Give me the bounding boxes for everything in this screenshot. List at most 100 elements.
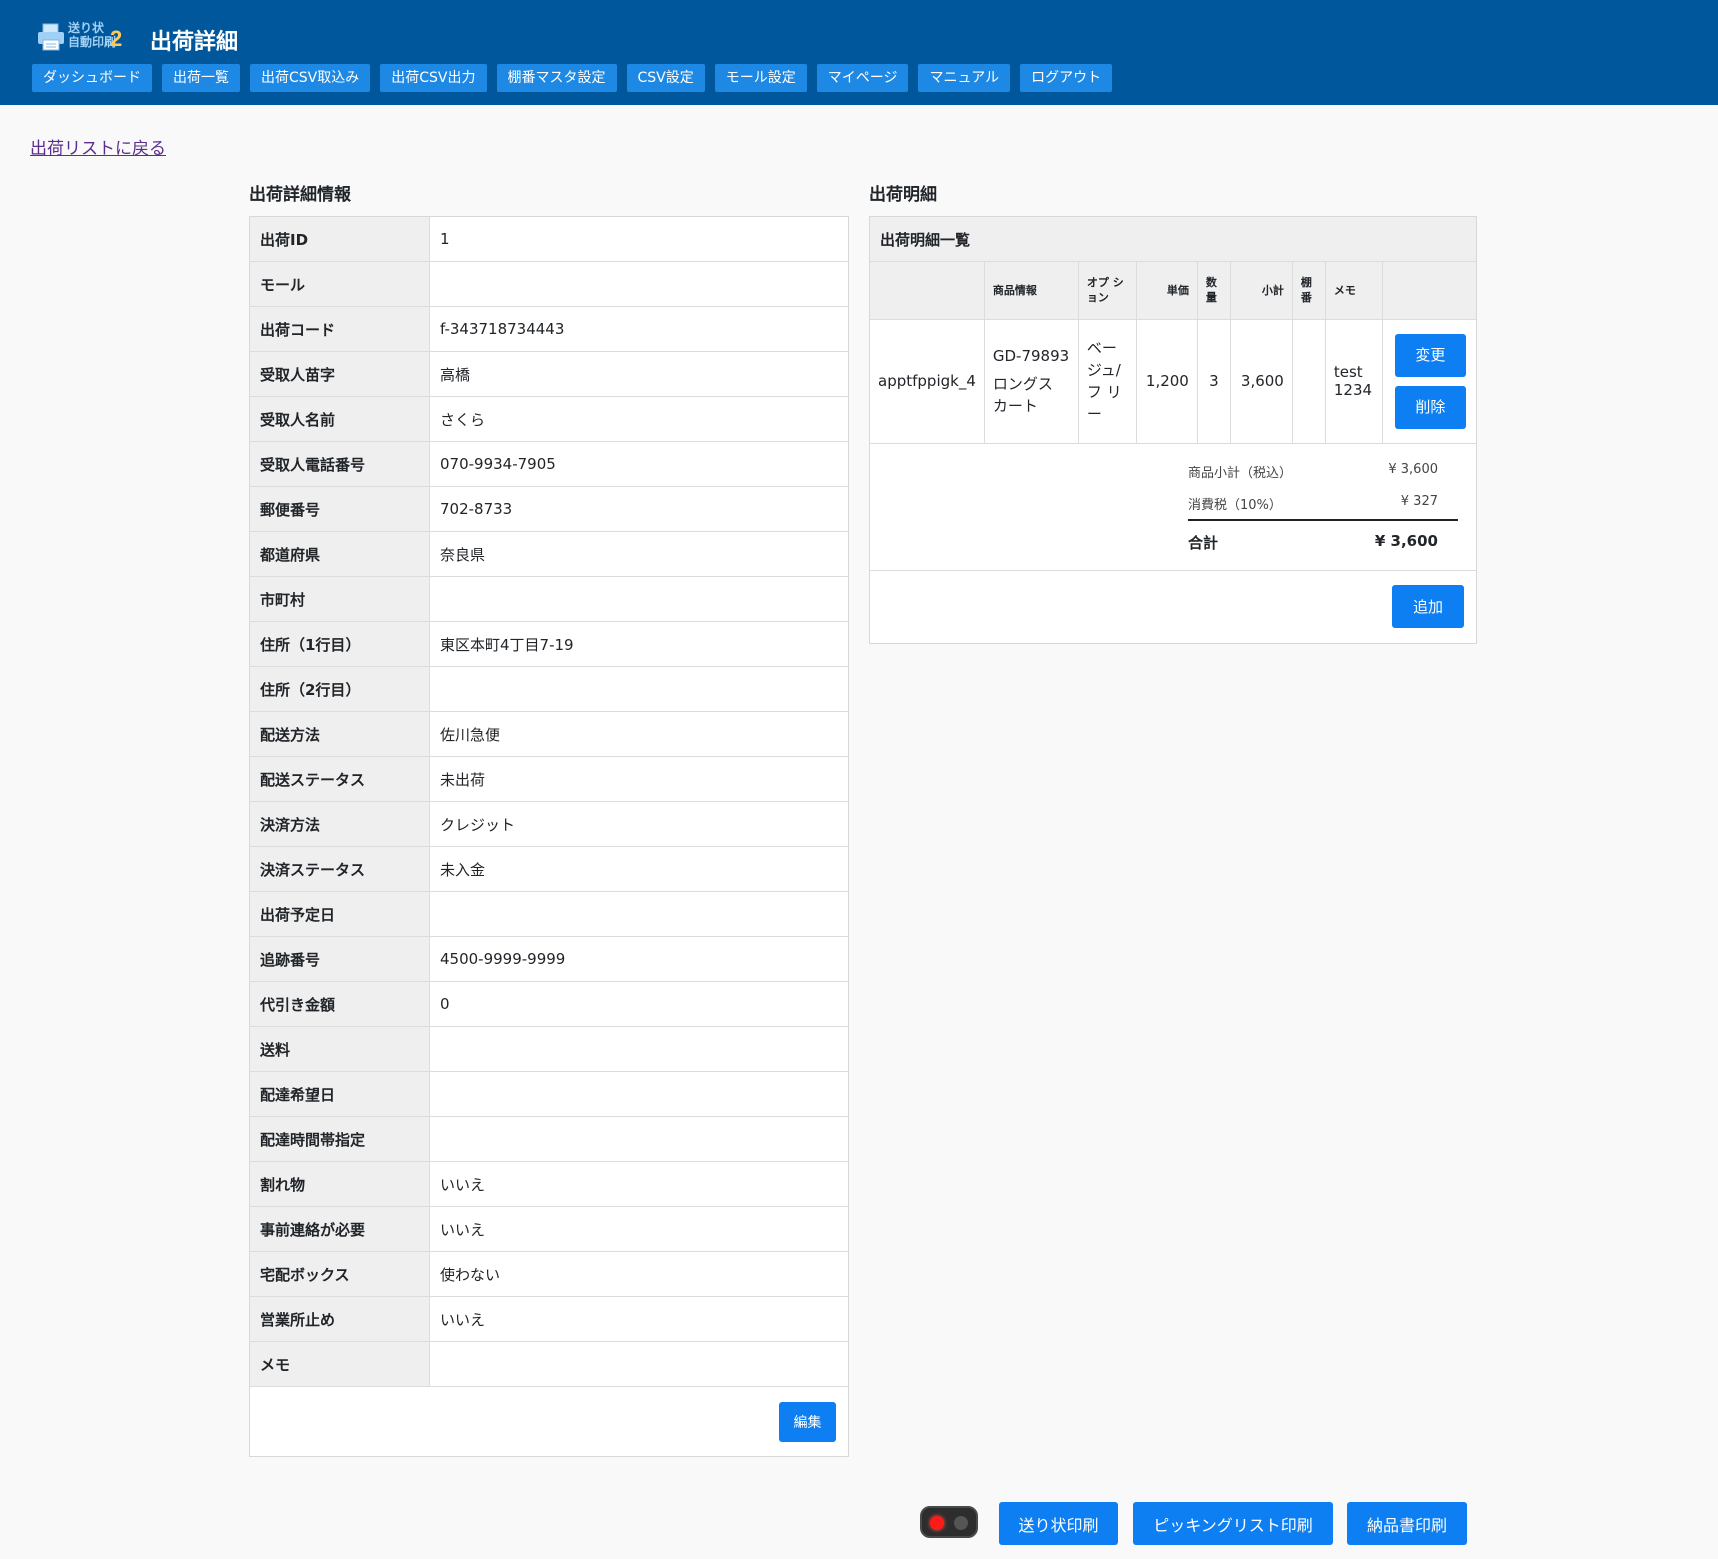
logo-text-line2: 自動印刷 — [68, 35, 117, 49]
led-off-icon — [954, 1516, 968, 1530]
col-shelf: 棚 番 — [1292, 262, 1326, 320]
detail-value: f-343718734443 — [440, 320, 565, 338]
detail-label: 営業所止め — [250, 1297, 430, 1341]
detail-value: 使わない — [440, 1265, 501, 1284]
detail-label: 配達時間帯指定 — [250, 1117, 430, 1161]
tax-line: 消費税（10%） ¥ 327 — [1188, 494, 1458, 513]
nav-shipment-list[interactable]: 出荷一覧 — [162, 64, 240, 92]
detail-value: さくら — [440, 410, 486, 429]
detail-row-advance-contact: 事前連絡が必要 いいえ — [250, 1207, 848, 1252]
add-item-button[interactable]: 追加 — [1392, 584, 1464, 628]
items-panel: 出荷明細一覧 商品情報 オプ ション 単価 数 量 小計 棚 番 メモ appt… — [869, 216, 1477, 644]
detail-label: 割れ物 — [250, 1162, 430, 1206]
detail-value: 高橋 — [440, 365, 471, 384]
nav-csv-settings[interactable]: CSV設定 — [626, 64, 705, 92]
detail-value: 未入金 — [440, 860, 486, 879]
detail-label: 出荷予定日 — [250, 892, 430, 936]
status-toggle[interactable] — [920, 1506, 978, 1538]
detail-row-delivery-time: 配達時間帯指定 — [250, 1117, 848, 1162]
detail-row-address-1: 住所（1行目） 東区本町4丁目7-19 — [250, 622, 848, 667]
detail-label: 配送ステータス — [250, 757, 430, 801]
nav-shelf-master[interactable]: 棚番マスタ設定 — [496, 64, 617, 92]
items-section-title: 出荷明細 — [869, 185, 937, 205]
col-qty: 数 量 — [1197, 262, 1231, 320]
detail-label: 配達希望日 — [250, 1072, 430, 1116]
app-logo[interactable]: 送り状 自動印刷 2 — [36, 20, 128, 54]
detail-value — [430, 1072, 848, 1116]
col-memo: メモ — [1325, 262, 1383, 320]
logo-number: 2 — [110, 26, 123, 51]
col-sku — [870, 262, 985, 320]
detail-value: 0 — [440, 995, 450, 1013]
edit-button[interactable]: 編集 — [779, 1402, 836, 1442]
item-memo: test 1234 — [1325, 319, 1383, 444]
nav-csv-import[interactable]: 出荷CSV取込み — [250, 64, 371, 92]
detail-value: いいえ — [440, 1175, 486, 1194]
detail-label: 決済ステータス — [250, 847, 430, 891]
print-label-slip-button[interactable]: 送り状印刷 — [999, 1502, 1118, 1545]
nav-logout[interactable]: ログアウト — [1020, 64, 1113, 92]
nav-mall-settings[interactable]: モール設定 — [714, 64, 807, 92]
change-item-button[interactable]: 変更 — [1394, 333, 1466, 377]
detail-label: 受取人名前 — [250, 397, 430, 441]
nav-dashboard[interactable]: ダッシュボード — [32, 64, 152, 92]
tax-label: 消費税（10%） — [1188, 497, 1282, 513]
subtotal-value: ¥ 3,600 — [1388, 461, 1438, 477]
col-option: オプ ション — [1078, 262, 1137, 320]
nav-mypage[interactable]: マイページ — [816, 64, 909, 92]
detail-label: 郵便番号 — [250, 487, 430, 531]
detail-value — [430, 262, 848, 306]
col-price: 単価 — [1136, 262, 1198, 320]
detail-row-prefecture: 都道府県 奈良県 — [250, 532, 848, 577]
items-summary: 商品小計（税込） ¥ 3,600 消費税（10%） ¥ 327 合計 ¥ 3,6… — [870, 444, 1476, 571]
detail-value: 702-8733 — [440, 500, 513, 518]
logo-text: 送り状 自動印刷 — [68, 21, 116, 49]
detail-label: 送料 — [250, 1027, 430, 1071]
detail-row-postal-code: 郵便番号 702-8733 — [250, 487, 848, 532]
nav-manual[interactable]: マニュアル — [918, 64, 1011, 92]
total-value: ¥ 3,600 — [1374, 531, 1438, 550]
detail-row-cod-amount: 代引き金額 0 — [250, 982, 848, 1027]
items-table: 商品情報 オプ ション 単価 数 量 小計 棚 番 メモ apptfppigk_… — [870, 262, 1476, 444]
delete-item-button[interactable]: 削除 — [1394, 385, 1466, 429]
subtotal-line: 商品小計（税込） ¥ 3,600 — [1188, 462, 1458, 481]
led-red-icon — [930, 1516, 944, 1530]
subtotal-label: 商品小計（税込） — [1188, 465, 1293, 481]
detail-row-shipping-status: 配送ステータス 未出荷 — [250, 757, 848, 802]
page-title: 出荷詳細 — [150, 30, 239, 55]
detail-row-shipment-id: 出荷ID 1 — [250, 217, 848, 262]
detail-row-office-pickup: 営業所止め いいえ — [250, 1297, 848, 1342]
detail-value: 未出荷 — [440, 770, 486, 789]
item-qty: 3 — [1197, 319, 1231, 444]
detail-value: クレジット — [440, 815, 516, 834]
back-to-list-link[interactable]: 出荷リストに戻る — [30, 134, 166, 159]
detail-label: 出荷コード — [250, 307, 430, 351]
detail-label: 追跡番号 — [250, 937, 430, 981]
detail-label: 住所（2行目） — [250, 667, 430, 711]
col-actions — [1382, 262, 1476, 320]
printer-icon — [38, 23, 64, 51]
item-option: ベー ジュ/ フ リー — [1078, 319, 1137, 444]
col-product-info: 商品情報 — [984, 262, 1079, 320]
detail-value: 奈良県 — [440, 545, 486, 564]
nav-csv-export[interactable]: 出荷CSV出力 — [380, 64, 487, 92]
items-list-title: 出荷明細一覧 — [870, 217, 1476, 262]
tax-value: ¥ 327 — [1400, 493, 1438, 509]
detail-row-recipient-phone: 受取人電話番号 070-9934-7905 — [250, 442, 848, 487]
print-picking-list-button[interactable]: ピッキングリスト印刷 — [1133, 1502, 1333, 1545]
detail-value: 4500-9999-9999 — [440, 950, 566, 968]
detail-value: いいえ — [440, 1220, 486, 1239]
item-shelf — [1292, 319, 1326, 444]
detail-label: 決済方法 — [250, 802, 430, 846]
detail-footer: 編集 — [250, 1387, 848, 1457]
detail-row-shipping-fee: 送料 — [250, 1027, 848, 1072]
item-actions: 変更 削除 — [1382, 319, 1476, 444]
app-header: 送り状 自動印刷 2 出荷詳細 ダッシュボード 出荷一覧 出荷CSV取込み 出荷… — [0, 0, 1718, 105]
item-product-name: ロングス カート — [992, 375, 1053, 415]
detail-row-payment-status: 決済ステータス 未入金 — [250, 847, 848, 892]
detail-section-title: 出荷詳細情報 — [249, 185, 351, 205]
print-delivery-note-button[interactable]: 納品書印刷 — [1347, 1502, 1467, 1545]
col-subtotal: 小計 — [1230, 262, 1293, 320]
detail-label: 事前連絡が必要 — [250, 1207, 430, 1251]
detail-row-fragile: 割れ物 いいえ — [250, 1162, 848, 1207]
